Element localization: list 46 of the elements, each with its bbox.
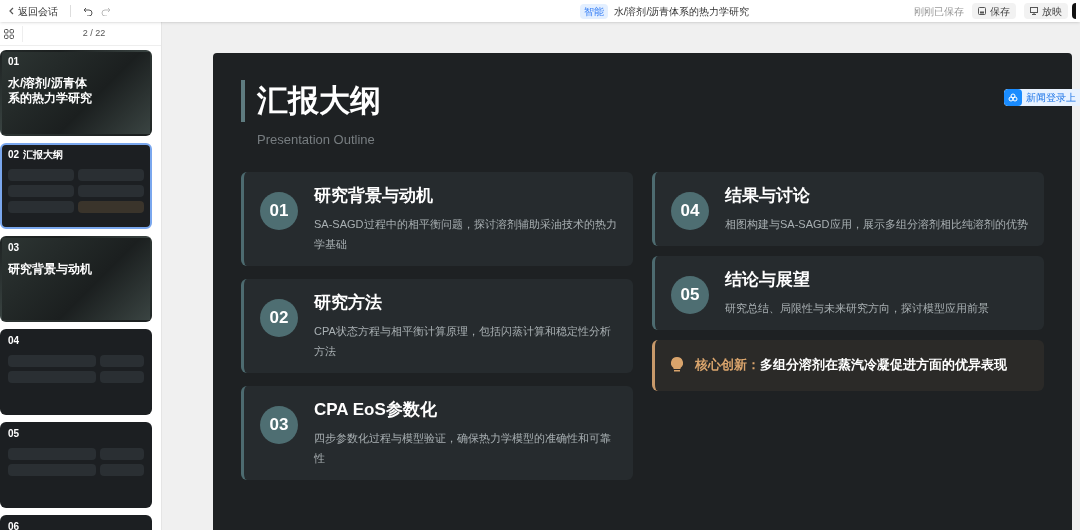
card-description: SA-SAGD过程中的相平衡问题，探讨溶剂辅助采油技术的热力学基础 [314, 216, 618, 252]
card-description: 相图构建与SA-SAGD应用，展示多组分溶剂相比纯溶剂的优势 [725, 216, 1028, 232]
undo-icon[interactable] [83, 6, 93, 16]
dark-button-edge[interactable] [1072, 3, 1076, 19]
card-title: 研究背景与动机 [314, 184, 434, 207]
card-title: 结论与展望 [725, 268, 811, 291]
lightbulb-icon [671, 357, 683, 373]
slide-number: 05 [8, 428, 20, 440]
save-status: 刚刚已保存 [914, 4, 964, 19]
slide-title: 水/溶剂/沥青体系的热力学研究 [8, 76, 92, 106]
slide-thumbnail[interactable]: 03 研究背景与动机 [0, 236, 152, 322]
slide-number: 01 [8, 56, 20, 68]
highlight-text: 核心创新：多组分溶剂在蒸汽冷凝促进方面的优异表现 [695, 356, 1007, 375]
card-title: 研究方法 [314, 291, 383, 314]
slide-title: 汇报大纲 [257, 81, 381, 120]
slide-subtitle: Presentation Outline [257, 131, 376, 149]
card-description: 研究总结、局限性与未来研究方向，探讨模型应用前景 [725, 300, 989, 316]
present-button[interactable]: 放映 [1024, 3, 1068, 19]
ai-badge: 智能 [579, 3, 608, 19]
slide-thumbnail[interactable]: 04 [0, 329, 152, 415]
outline-card-thumbnail [78, 201, 144, 213]
floating-tag[interactable]: 新闻登录上 [1004, 89, 1080, 106]
slide-number: 03 [8, 242, 20, 254]
floating-tag-text: 新闻登录上 [1026, 91, 1076, 105]
save-icon [978, 7, 986, 15]
slide-number: 06 [8, 521, 20, 530]
back-button[interactable]: 返回会话 [4, 3, 62, 19]
monitor-icon [1030, 7, 1038, 15]
card-title: 结果与讨论 [725, 184, 811, 207]
slide-thumbnail[interactable]: 06 [0, 515, 152, 530]
slide-number: 04 [8, 335, 20, 347]
save-button[interactable]: 保存 [972, 3, 1016, 19]
slide-title: 汇报大纲 [23, 149, 64, 161]
card-title: CPA EoS参数化 [314, 398, 438, 421]
slide-thumbnail[interactable]: 02 汇报大纲 [0, 143, 152, 229]
slide-title: 研究背景与动机 [8, 262, 92, 277]
slide-number: 02 [8, 149, 20, 161]
chevron-left-icon [8, 7, 16, 15]
document-title: 水/溶剂/沥青体系的热力学研究 [613, 4, 750, 19]
cloud-icon [1008, 93, 1018, 102]
card-description: 四步参数化过程与模型验证，确保热力学模型的准确性和可靠性 [314, 430, 612, 466]
slide-thumbnail[interactable]: 05 [0, 422, 152, 508]
page-counter: 2 / 22 [81, 26, 107, 40]
grid-icon[interactable] [4, 28, 14, 39]
slide-thumbnail[interactable]: 01 水/溶剂/沥青体系的热力学研究 [0, 50, 152, 136]
card-description: CPA状态方程与相平衡计算原理，包括闪蒸计算和稳定性分析方法 [314, 323, 612, 359]
